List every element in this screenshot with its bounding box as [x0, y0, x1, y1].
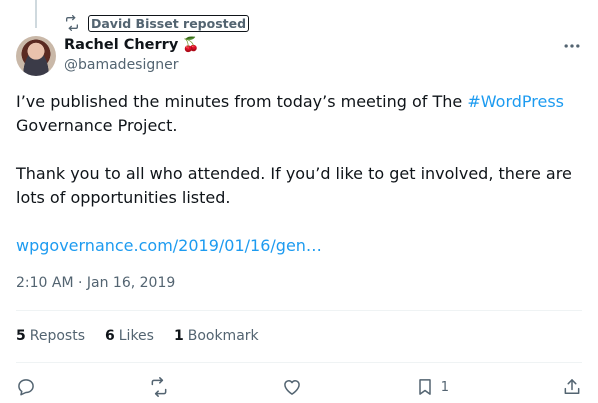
repost-action-icon — [151, 377, 167, 397]
share-button[interactable] — [562, 377, 582, 397]
tweet-paragraph-2: Thank you to all who attended. If you’d … — [16, 164, 572, 207]
hashtag-link[interactable]: #WordPress — [467, 92, 564, 111]
bookmarks-stat[interactable]: 1 Bookmark — [174, 328, 259, 344]
tweet-text: I’ve published the minutes from today’s … — [16, 90, 586, 258]
repost-button[interactable] — [149, 377, 169, 397]
repost-icon — [64, 15, 80, 31]
repost-label[interactable]: David Bisset reposted — [88, 14, 250, 32]
reposts-stat[interactable]: 5 Reposts — [16, 328, 85, 344]
divider — [16, 310, 582, 311]
bookmark-count: 1 — [440, 379, 450, 395]
author-name-row[interactable]: Rachel Cherry 🍒 — [64, 37, 200, 53]
cherry-emoji: 🍒 — [182, 37, 200, 53]
heart-icon — [284, 380, 300, 395]
bookmark-icon — [419, 379, 431, 395]
reply-icon — [18, 379, 34, 396]
thread-line — [35, 0, 37, 28]
author-handle[interactable]: @bamadesigner — [64, 57, 179, 73]
engagement-stats: 5 Reposts 6 Likes 1 Bookmark — [16, 328, 279, 344]
author-name[interactable]: Rachel Cherry — [64, 37, 178, 53]
likes-stat[interactable]: 6 Likes — [105, 328, 154, 344]
avatar[interactable] — [16, 36, 56, 76]
bookmark-button[interactable]: 1 — [415, 377, 449, 397]
tweet-paragraph-1: I’ve published the minutes from today’s … — [16, 90, 586, 138]
tweet-link[interactable]: wpgovernance.com/2019/01/16/gen… — [16, 236, 322, 255]
reply-button[interactable] — [16, 377, 36, 397]
action-bar: 1 — [16, 375, 582, 399]
tweet-text-line2: Governance Project. — [16, 116, 178, 135]
divider — [16, 362, 582, 363]
tweet-timestamp[interactable]: 2:10 AM · Jan 16, 2019 — [16, 275, 175, 291]
more-options-button[interactable] — [560, 36, 584, 56]
like-button[interactable] — [282, 377, 302, 397]
share-icon — [564, 379, 580, 394]
repost-context: David Bisset reposted — [64, 13, 250, 33]
tweet-text-line1: I’ve published the minutes from today’s … — [16, 92, 468, 111]
more-icon — [564, 44, 580, 48]
